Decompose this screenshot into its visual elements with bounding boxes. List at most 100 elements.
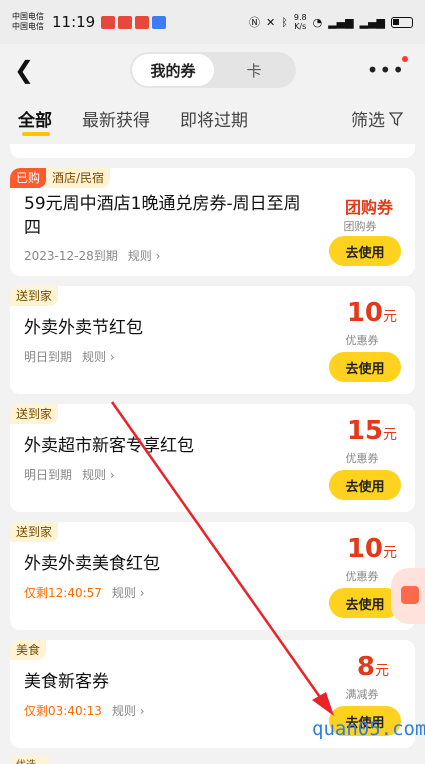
coupon-kind: 满减券 <box>345 688 379 701</box>
wifi-icon: ◔ <box>312 15 323 29</box>
net-speed-unit: K/s <box>294 22 307 31</box>
net-speed: 9.8 K/s <box>294 13 307 31</box>
clock: 11:19 <box>52 13 96 31</box>
expiry-countdown: 仅剩12:40:57 <box>24 586 102 600</box>
rule-label: 规则 <box>111 704 136 718</box>
coupon-meta: 仅剩03:40:13 规则 › <box>24 702 145 719</box>
bought-tag: 已购 <box>10 168 47 188</box>
use-button[interactable]: 去使用 <box>329 236 401 266</box>
rule-link[interactable]: 规则 › <box>82 350 115 364</box>
category-tag: 送到家 <box>10 522 59 542</box>
filter-tabs: 全部 最新获得 即将过期 筛选 <box>0 100 425 140</box>
coupon-title: 外卖外卖美食红包 <box>24 554 160 574</box>
coupon-unit: 元 <box>375 663 389 679</box>
use-button[interactable]: 去使用 <box>329 352 401 382</box>
filter-icon <box>389 111 403 126</box>
coupon-value: 15元 <box>347 416 397 446</box>
segment-cards[interactable]: 卡 <box>214 54 294 86</box>
rule-label: 规则 <box>111 586 136 600</box>
coupon-amount: 15 <box>346 416 383 446</box>
coupon-card[interactable]: 送到家 外卖外卖节红包 明日到期 规则 › 10元 优惠券 去使用 <box>10 286 415 394</box>
coupon-meta: 明日到期 规则 › <box>24 348 115 365</box>
nfc-icon: Ⓝ <box>249 16 261 29</box>
coupon-card[interactable]: 送到家 外卖超市新客专享红包 明日到期 规则 › 15元 优惠券 去使用 <box>10 404 415 512</box>
previous-card-edge <box>10 144 415 158</box>
coupon-title: 美食新客券 <box>24 672 109 692</box>
back-icon[interactable]: ❮ <box>14 56 34 84</box>
coupon-value: 10元 <box>347 298 397 328</box>
coupon-title: 59元周中酒店1晚通兑房券-周日至周 四 <box>24 192 324 240</box>
coupon-tag: 送到家 <box>10 522 59 542</box>
signal-icon: ▂▄▆ <box>359 15 385 29</box>
coupon-value: 团购券 <box>345 194 393 218</box>
coupon-value: 10元 <box>347 534 397 564</box>
coupon-meta: 明日到期 规则 › <box>24 466 115 483</box>
coupon-card[interactable]: 送到家 外卖外卖美食红包 仅剩12:40:57 规则 › 10元 优惠券 去使用 <box>10 522 415 630</box>
mute-icon: ✕ <box>266 15 276 29</box>
coupon-kind: 优惠券 <box>345 452 379 465</box>
category-tag: 酒店/民宿 <box>46 168 111 188</box>
status-bar: 中国电信 中国电信 11:19 Ⓝ ✕ ᛒ 9.8 K/s ◔ ▂▄▆ ▂▄▆ <box>0 0 425 44</box>
tab-newest[interactable]: 最新获得 <box>82 106 150 131</box>
coupon-kind: 团购券 <box>343 220 377 233</box>
coupon-unit: 元 <box>383 427 397 443</box>
rule-link[interactable]: 规则 › <box>112 586 145 600</box>
signal-icon: ▂▄▆ <box>328 15 354 29</box>
more-icon[interactable]: ••• <box>367 60 405 80</box>
expiry-countdown: 仅剩03:40:13 <box>24 704 102 718</box>
coupon-amount: 10 <box>346 298 383 328</box>
category-tag: 美食 <box>10 640 47 660</box>
tab-all[interactable]: 全部 <box>18 106 52 131</box>
notification-icons <box>101 15 167 29</box>
coupon-value-text: 团购券 <box>344 198 393 217</box>
battery-icon <box>391 16 413 28</box>
coupon-card[interactable]: 已购 酒店/民宿 59元周中酒店1晚通兑房券-周日至周 四 2023-12-28… <box>10 168 415 276</box>
filter-label: 筛选 <box>351 111 385 131</box>
notification-icon <box>152 15 167 29</box>
coupon-tag: 送到家 <box>10 404 59 424</box>
next-card-tag: 优选 <box>10 756 50 764</box>
coupon-title: 外卖超市新客专享红包 <box>24 436 194 456</box>
expiry-text: 明日到期 <box>24 350 73 364</box>
coupon-unit: 元 <box>383 309 397 325</box>
coupon-tag: 美食 <box>10 640 47 660</box>
coupon-kind: 优惠券 <box>345 334 379 347</box>
expiry-text: 2023-12-28到期 <box>24 249 118 263</box>
expiry-text: 明日到期 <box>24 468 73 482</box>
coupon-meta: 2023-12-28到期 规则 › <box>24 247 160 264</box>
rule-label: 规则 <box>82 468 107 482</box>
rule-label: 规则 <box>127 249 152 263</box>
status-right: Ⓝ ✕ ᛒ 9.8 K/s ◔ ▂▄▆ ▂▄▆ <box>249 13 413 31</box>
category-tag: 送到家 <box>10 404 59 424</box>
rule-label: 规则 <box>82 350 107 364</box>
tab-expiring[interactable]: 即将过期 <box>180 106 248 131</box>
rule-link[interactable]: 规则 › <box>128 249 161 263</box>
nav-bar: ❮ 我的券 卡 ••• <box>0 44 425 100</box>
coupon-tag: 已购 酒店/民宿 <box>10 168 111 188</box>
notification-icon <box>101 15 116 29</box>
coupon-title-line: 59元周中酒店1晚通兑房券-周日至周 <box>24 194 301 214</box>
coupon-meta: 仅剩12:40:57 规则 › <box>24 584 145 601</box>
net-speed-value: 9.8 <box>293 13 307 22</box>
rule-link[interactable]: 规则 › <box>112 704 145 718</box>
segment-my-coupons[interactable]: 我的券 <box>132 54 214 86</box>
rule-link[interactable]: 规则 › <box>82 468 115 482</box>
gift-icon <box>401 586 419 604</box>
segment-control: 我的券 卡 <box>130 52 296 88</box>
tab-indicator <box>22 132 50 136</box>
carrier-1: 中国电信 <box>12 12 44 21</box>
coupon-tag: 送到家 <box>10 286 59 306</box>
carrier-2: 中国电信 <box>12 22 44 31</box>
watermark: quan05.com <box>312 718 425 740</box>
floating-gift-widget[interactable] <box>391 568 425 624</box>
coupon-title: 外卖外卖节红包 <box>24 318 143 338</box>
notification-dot <box>402 56 408 62</box>
use-button[interactable]: 去使用 <box>329 470 401 500</box>
bluetooth-icon: ᛒ <box>281 15 288 29</box>
category-tag: 送到家 <box>10 286 59 306</box>
filter-button[interactable]: 筛选 <box>351 106 403 131</box>
coupon-value: 8元 <box>357 652 389 682</box>
coupon-amount: 8 <box>356 652 375 682</box>
notification-icon <box>118 15 133 29</box>
carrier-info: 中国电信 中国电信 <box>12 12 44 32</box>
